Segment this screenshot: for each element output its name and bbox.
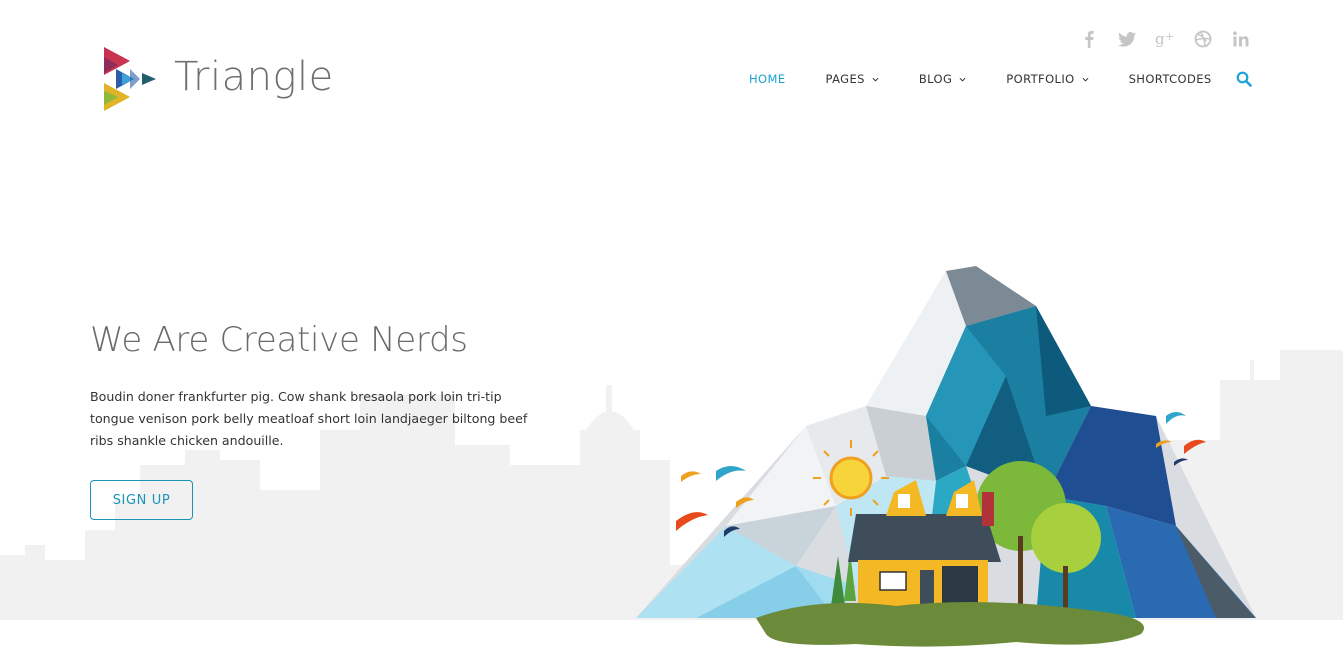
chevron-down-icon bbox=[1082, 77, 1089, 82]
triangle-logo-icon bbox=[104, 47, 156, 111]
facebook-icon[interactable] bbox=[1078, 28, 1100, 50]
site-header: Triangle g + HOME PAGES BLOG PORTFOLIO S… bbox=[0, 0, 1343, 130]
nav-item-portfolio[interactable]: PORTFOLIO bbox=[1006, 72, 1089, 86]
hero-description: Boudin doner frankfurter pig. Cow shank … bbox=[90, 389, 528, 448]
nav-item-shortcodes[interactable]: SHORTCODES bbox=[1129, 72, 1212, 86]
nav-item-home[interactable]: HOME bbox=[749, 72, 786, 86]
nav-item-label: HOME bbox=[749, 72, 786, 86]
google-plus-icon[interactable]: g + bbox=[1154, 28, 1176, 50]
twitter-icon[interactable] bbox=[1116, 28, 1138, 50]
nav-item-label: BLOG bbox=[918, 72, 953, 86]
chevron-down-icon bbox=[959, 77, 966, 82]
linkedin-icon[interactable] bbox=[1230, 28, 1252, 50]
hero-title: We Are Creative Nerds bbox=[90, 320, 468, 360]
svg-text:g: g bbox=[1155, 30, 1165, 48]
nav-item-blog[interactable]: BLOG bbox=[919, 72, 966, 86]
nav-item-label: PAGES bbox=[825, 72, 865, 86]
mountain-house-illustration bbox=[636, 266, 1256, 647]
chevron-down-icon bbox=[872, 77, 879, 82]
sign-up-button[interactable]: SIGN UP bbox=[90, 480, 193, 520]
nav-item-label: PORTFOLIO bbox=[1006, 72, 1075, 86]
search-icon[interactable] bbox=[1236, 71, 1252, 87]
brand-name: Triangle bbox=[174, 54, 334, 100]
nav-item-pages[interactable]: PAGES bbox=[826, 72, 879, 86]
social-links: g + bbox=[1078, 28, 1252, 50]
dribbble-icon[interactable] bbox=[1192, 28, 1214, 50]
main-nav: HOME PAGES BLOG PORTFOLIO SHORTCODES bbox=[749, 72, 1212, 86]
brand-logo[interactable]: Triangle bbox=[104, 47, 334, 111]
svg-text:+: + bbox=[1165, 30, 1174, 43]
nav-item-label: SHORTCODES bbox=[1128, 72, 1212, 86]
